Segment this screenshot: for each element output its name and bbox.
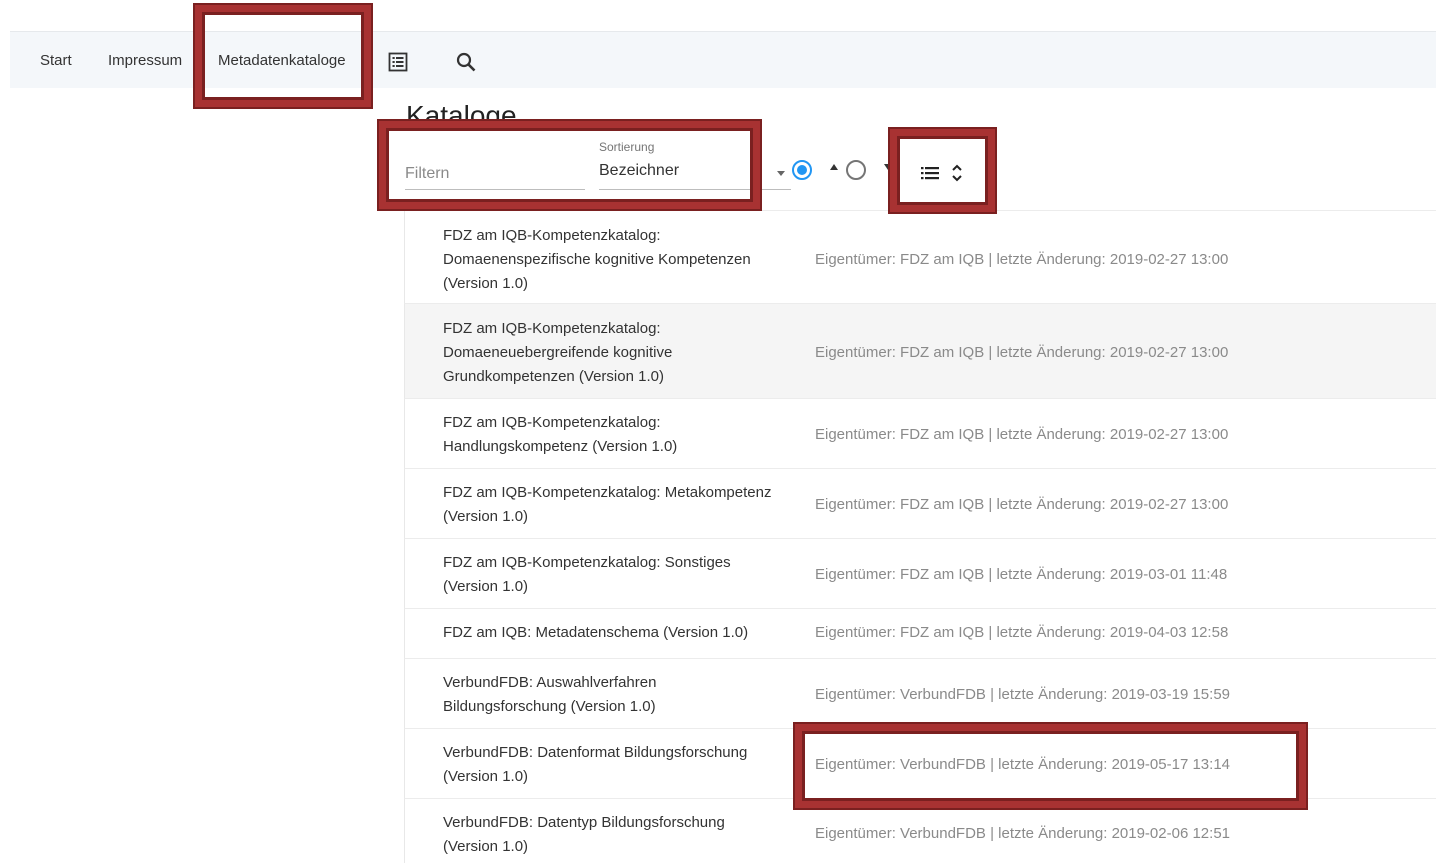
- list-item[interactable]: FDZ am IQB: Metadatenschema (Version 1.0…: [404, 608, 1436, 658]
- filter-input[interactable]: [405, 160, 585, 188]
- list-item[interactable]: FDZ am IQB-Kompetenzkatalog: Handlungsko…: [404, 398, 1436, 468]
- list-item[interactable]: FDZ am IQB-Kompetenzkatalog: Metakompete…: [404, 468, 1436, 538]
- list-view-icon[interactable]: [387, 51, 409, 73]
- filter-underline: [405, 189, 585, 190]
- catalog-title: VerbundFDB: Auswahlverfahren Bildungsfor…: [443, 674, 657, 715]
- catalog-title: FDZ am IQB-Kompetenzkatalog: Sonstiges (…: [443, 554, 731, 595]
- catalog-title: FDZ am IQB-Kompetenzkatalog: Metakompete…: [443, 484, 772, 525]
- unfold-icon[interactable]: [950, 162, 964, 189]
- catalog-meta: Eigentümer: VerbundFDB | letzte Änderung…: [815, 756, 1230, 773]
- page-title: Kataloge: [406, 100, 517, 120]
- page: Start Impressum Metadatenkataloge Katalo…: [0, 0, 1436, 863]
- list-item[interactable]: FDZ am IQB-Kompetenzkatalog: Domaeneuebe…: [404, 303, 1436, 398]
- catalog-title: VerbundFDB: Datentyp Bildungsforschung (…: [443, 814, 725, 855]
- catalog-meta: Eigentümer: VerbundFDB | letzte Änderung…: [815, 686, 1230, 703]
- catalog-meta: Eigentümer: FDZ am IQB | letzte Änderung…: [815, 496, 1229, 513]
- catalog-title: FDZ am IQB-Kompetenzkatalog: Domaeneuebe…: [443, 320, 673, 385]
- sort-dropdown-icon[interactable]: [777, 171, 785, 176]
- catalog-meta: Eigentümer: FDZ am IQB | letzte Änderung…: [815, 251, 1229, 268]
- catalog-meta: Eigentümer: FDZ am IQB | letzte Änderung…: [815, 344, 1229, 361]
- catalog-title: FDZ am IQB: Metadatenschema (Version 1.0…: [443, 624, 749, 641]
- catalog-meta: Eigentümer: VerbundFDB | letzte Änderung…: [815, 825, 1230, 842]
- nav-start[interactable]: Start: [40, 32, 72, 89]
- sort-label: Sortierung: [599, 140, 655, 154]
- sort-descending-radio[interactable]: [846, 160, 866, 180]
- top-navbar: Start Impressum Metadatenkataloge: [10, 31, 1436, 88]
- list-view-icon[interactable]: [920, 164, 942, 187]
- catalog-meta: Eigentümer: FDZ am IQB | letzte Änderung…: [815, 624, 1229, 641]
- catalog-meta: Eigentümer: FDZ am IQB | letzte Änderung…: [815, 426, 1229, 443]
- nav-impressum[interactable]: Impressum: [108, 32, 182, 89]
- catalog-title: VerbundFDB: Datenformat Bildungsforschun…: [443, 744, 748, 785]
- catalog-meta: Eigentümer: FDZ am IQB | letzte Änderung…: [815, 566, 1228, 583]
- nav-metadatenkataloge[interactable]: Metadatenkataloge: [218, 32, 346, 89]
- sort-underline: [599, 189, 791, 190]
- list-item[interactable]: VerbundFDB: Auswahlverfahren Bildungsfor…: [404, 658, 1436, 728]
- search-icon[interactable]: [455, 51, 477, 73]
- catalog-title: FDZ am IQB-Kompetenzkatalog: Domaenenspe…: [443, 227, 751, 292]
- list-item[interactable]: VerbundFDB: Datentyp Bildungsforschung (…: [404, 798, 1436, 863]
- sort-select[interactable]: Bezeichner: [599, 162, 679, 180]
- highlight-box-view-toggle: [890, 129, 995, 212]
- list-item[interactable]: FDZ am IQB-Kompetenzkatalog: Domaenenspe…: [404, 210, 1436, 303]
- descending-arrow-icon: [884, 164, 892, 170]
- catalog-title: FDZ am IQB-Kompetenzkatalog: Handlungsko…: [443, 414, 678, 455]
- sort-ascending-radio[interactable]: [792, 160, 812, 180]
- list-item[interactable]: VerbundFDB: Datenformat Bildungsforschun…: [404, 728, 1436, 798]
- ascending-arrow-icon: [830, 164, 838, 170]
- list-item[interactable]: FDZ am IQB-Kompetenzkatalog: Sonstiges (…: [404, 538, 1436, 608]
